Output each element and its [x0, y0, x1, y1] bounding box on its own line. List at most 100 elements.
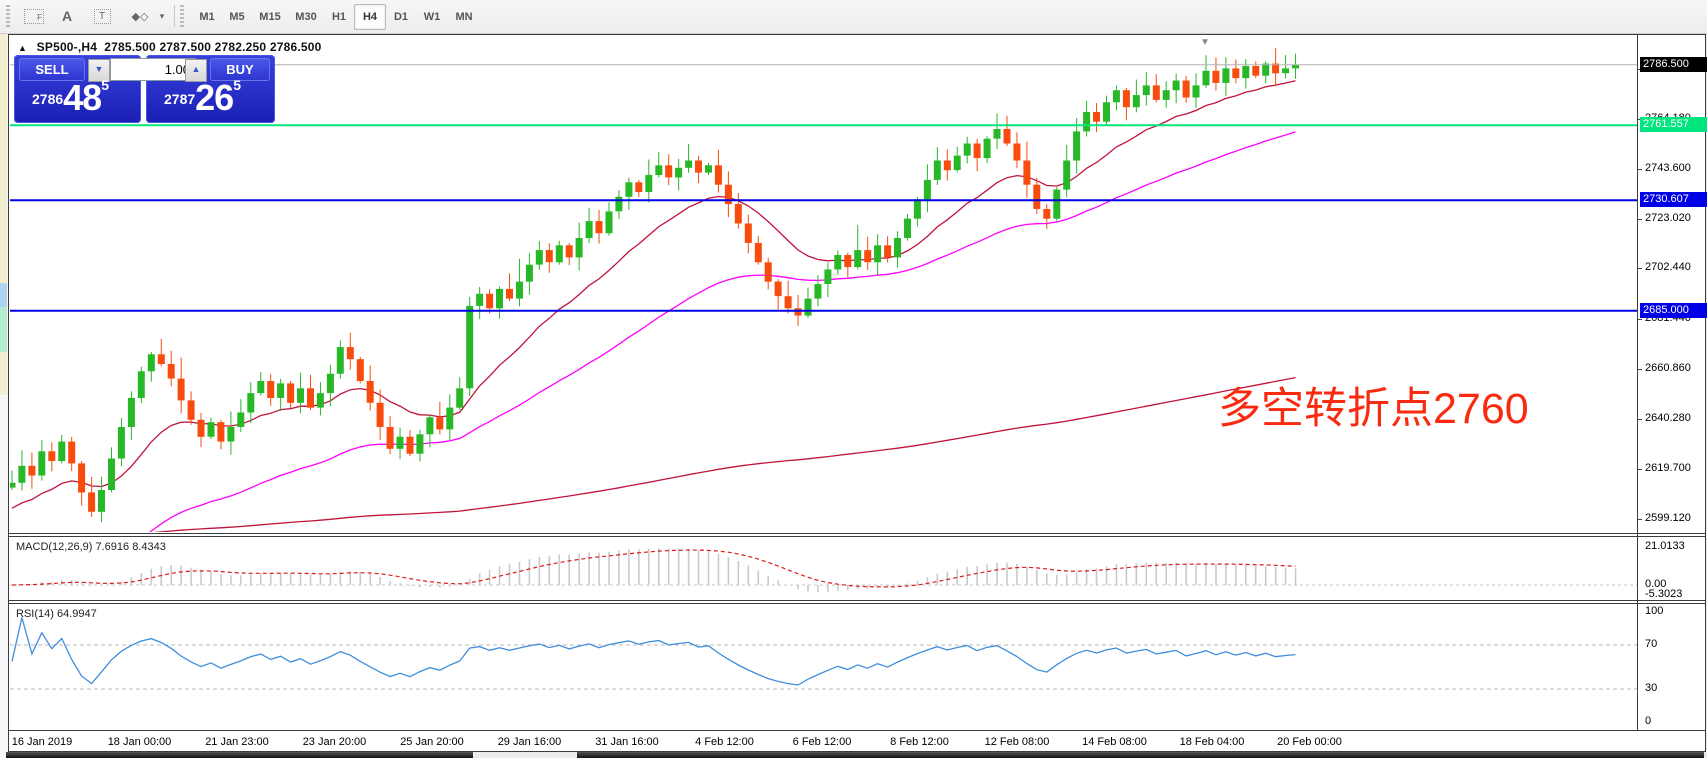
candle-body [665, 165, 672, 177]
candle-body [118, 427, 125, 459]
font-icon[interactable]: A [56, 5, 78, 27]
timeframe-drag-handle[interactable] [180, 5, 184, 27]
candle-body [1133, 95, 1140, 107]
candle-body [277, 383, 284, 398]
candle-body [635, 182, 642, 192]
candle-body [48, 451, 55, 461]
macd-canvas[interactable] [9, 537, 1637, 600]
shapes-icon[interactable]: ◆◇ [126, 5, 154, 27]
candle-body [1153, 85, 1160, 100]
candle-body [1262, 64, 1269, 76]
timeframe-button-m30[interactable]: M30 [288, 4, 324, 30]
candle-body [1193, 85, 1200, 97]
candle-body [994, 129, 1001, 139]
candle-body [158, 354, 165, 364]
rsi-canvas[interactable] [9, 604, 1637, 730]
candle-body [695, 161, 702, 173]
timeframe-button-h1[interactable]: H1 [324, 4, 354, 30]
candle-body [317, 393, 324, 408]
candle-body [964, 144, 971, 156]
chart-shift-marker-icon[interactable]: ▼ [1200, 37, 1210, 48]
rsi-axis-label: 30 [1645, 682, 1657, 694]
candle-body [18, 466, 25, 483]
candle-body [1282, 68, 1289, 73]
candle-body [426, 417, 433, 434]
timeframe-button-w1[interactable]: W1 [416, 4, 448, 30]
timeframe-button-mn[interactable]: MN [448, 4, 480, 30]
timeframe-button-d1[interactable]: D1 [386, 4, 416, 30]
candle-body [984, 139, 991, 158]
candle-body [168, 364, 175, 379]
candle-body [675, 168, 682, 178]
candle-body [347, 347, 354, 359]
candle-body [755, 243, 762, 262]
candle-body [1043, 209, 1050, 219]
candle-body [944, 161, 951, 171]
candle-body [1083, 112, 1090, 131]
candle-body [237, 413, 244, 428]
candle-body [685, 161, 692, 168]
shapes-dropdown-caret[interactable]: ▾ [156, 5, 168, 27]
text-label-icon[interactable]: T [90, 5, 114, 27]
macd-axis-label: 21.0133 [1645, 540, 1685, 552]
quote-high: 2787.500 [159, 40, 211, 54]
time-tick-label: 8 Feb 12:00 [890, 736, 949, 748]
candle-body [814, 284, 821, 299]
candle-body [1103, 102, 1110, 121]
candle-body [516, 282, 523, 299]
candle-body [934, 161, 941, 180]
candle-body [1242, 66, 1249, 78]
candle-body [1163, 90, 1170, 100]
time-tick-label: 14 Feb 08:00 [1082, 736, 1147, 748]
candle-body [28, 466, 35, 476]
candle-body [735, 204, 742, 223]
candle-body [1252, 66, 1259, 76]
rsi-label: RSI(14) 64.9947 [16, 608, 97, 620]
expert-grid-icon[interactable]: F [22, 5, 46, 27]
candle-body [1232, 68, 1239, 78]
candle-body [178, 379, 185, 401]
candle-body [844, 255, 851, 267]
quote-close: 2786.500 [270, 40, 322, 54]
timeframe-button-h4[interactable]: H4 [354, 4, 386, 30]
candle-body [824, 270, 831, 285]
timeframe-button-m5[interactable]: M5 [222, 4, 252, 30]
candle-body [397, 437, 404, 449]
candle-body [148, 354, 155, 371]
candle-body [874, 245, 881, 262]
candle-body [904, 219, 911, 238]
candle-body [526, 265, 533, 282]
panel-separator[interactable] [8, 533, 1705, 534]
candle-body [606, 211, 613, 233]
toolbar-separator [174, 5, 175, 27]
time-tick-label: 23 Jan 20:00 [303, 736, 367, 748]
candle-body [436, 417, 443, 429]
panel-separator[interactable] [8, 600, 1705, 601]
candle-body [496, 289, 503, 308]
candle-body [68, 442, 75, 464]
candle-body [1203, 71, 1210, 86]
candle-body [357, 359, 364, 381]
candle-body [1063, 161, 1070, 190]
price-tick-dash [1638, 519, 1642, 520]
candle-body [198, 420, 205, 437]
collapse-arrow-icon[interactable]: ▲ [18, 43, 27, 53]
timeframe-button-m15[interactable]: M15 [252, 4, 288, 30]
buy-price[interactable]: 2787265 [164, 77, 241, 119]
sell-price-handle: 2786 [32, 91, 63, 107]
rsi-axis-label: 70 [1645, 638, 1657, 650]
candle-body [625, 182, 632, 197]
candle-body [466, 306, 473, 388]
candle-body [655, 165, 662, 175]
candle-body [1143, 85, 1150, 95]
timeframe-button-m1[interactable]: M1 [192, 4, 222, 30]
candle-body [307, 388, 314, 407]
time-axis-separator [8, 730, 1705, 731]
candle-body [138, 371, 145, 398]
toolbar-drag-handle[interactable] [6, 5, 10, 27]
buy-price-sup: 5 [233, 77, 241, 93]
price-axis-separator [1637, 35, 1638, 730]
price-tick-dash [1638, 469, 1642, 470]
candle-body [864, 250, 871, 262]
sell-price[interactable]: 2786485 [32, 77, 109, 119]
